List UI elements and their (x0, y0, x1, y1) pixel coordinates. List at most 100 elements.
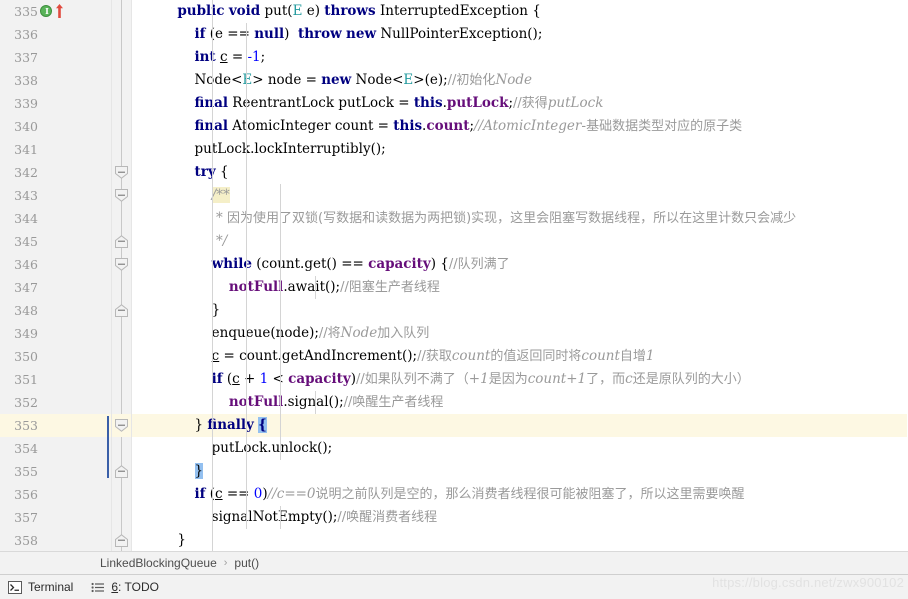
code-line-337[interactable]: int c = -1; (132, 46, 908, 69)
token: ) (284, 26, 298, 42)
line-number-336[interactable]: 336 (0, 23, 111, 46)
token: Node< (351, 72, 404, 88)
code-line-346[interactable]: while (count.get() == capacity) {//队列满了 (132, 253, 908, 276)
token: if (194, 26, 206, 42)
code-line-348[interactable]: } (132, 299, 908, 322)
line-number-351[interactable]: 351 (0, 368, 111, 391)
code-line-343[interactable]: /** (132, 184, 908, 207)
line-number-338[interactable]: 338 (0, 69, 111, 92)
fold-row-342[interactable] (112, 161, 131, 184)
token: putLock.unlock(); (143, 440, 333, 456)
code-line-350[interactable]: c = count.getAndIncrement();//获取count的值返… (132, 345, 908, 368)
line-number-345[interactable]: 345 (0, 230, 111, 253)
green-implements-circle[interactable]: I (40, 5, 52, 17)
code-line-339[interactable]: final ReentrantLock putLock = this.putLo… (132, 92, 908, 115)
fold-row-343[interactable] (112, 184, 131, 207)
token: if (194, 486, 206, 502)
line-number-346[interactable]: 346 (0, 253, 111, 276)
fold-toggle-icon-345[interactable] (114, 235, 129, 248)
code-line-340[interactable]: final AtomicInteger count = this.count;/… (132, 115, 908, 138)
line-number-352[interactable]: 352 (0, 391, 111, 414)
code-text-area[interactable]: public void put(E e) throws InterruptedE… (132, 0, 908, 551)
fold-row-352 (112, 391, 131, 414)
code-line-356[interactable]: if (c == 0)//c==0说明之前队列是空的，那么消费者线程很可能被阻塞… (132, 483, 908, 506)
ide-editor-window: 335 I 336 337 338 339 340 341 342 343 344 345 346 347… (0, 0, 908, 599)
fold-row-353[interactable] (112, 414, 131, 437)
fold-toggle-icon-343[interactable] (114, 189, 129, 202)
code-line-355[interactable]: } (132, 460, 908, 483)
line-number-343[interactable]: 343 (0, 184, 111, 207)
fold-toggle-icon-342[interactable] (114, 166, 129, 179)
line-number-357[interactable]: 357 (0, 506, 111, 529)
line-number-341[interactable]: 341 (0, 138, 111, 161)
code-line-335[interactable]: public void put(E e) throws InterruptedE… (132, 0, 908, 23)
breadcrumb-method[interactable]: put() (234, 556, 259, 570)
fold-row-346[interactable] (112, 253, 131, 276)
token: } (143, 302, 221, 318)
fold-toggle-icon-346[interactable] (114, 258, 129, 271)
code-line-344[interactable]: * 因为使用了双锁(写数据和读数据为两把锁)实现，这里会阻塞写数据线程，所以在这… (132, 207, 908, 230)
code-line-353[interactable]: } finally { (132, 414, 908, 437)
line-number-353[interactable]: 353 (0, 414, 111, 437)
line-number-342[interactable]: 342 (0, 161, 111, 184)
line-number-347[interactable]: 347 (0, 276, 111, 299)
line-number-339[interactable]: 339 (0, 92, 111, 115)
token: //将 (318, 326, 341, 341)
fold-row-358[interactable] (112, 529, 131, 551)
status-item-terminal[interactable]: Terminal (8, 580, 73, 594)
token: count+1 (527, 371, 587, 387)
line-number-337[interactable]: 337 (0, 46, 111, 69)
line-number-gutter[interactable]: 335 I 336 337 338 339 340 341 342 343 344 345 346 347… (0, 0, 112, 551)
line-number-349[interactable]: 349 (0, 322, 111, 345)
fold-row-351 (112, 368, 131, 391)
code-line-341[interactable]: putLock.lockInterruptibly(); (132, 138, 908, 161)
editor-area: 335 I 336 337 338 339 340 341 342 343 344 345 346 347… (0, 0, 908, 551)
token: new (321, 72, 352, 88)
line-number-335[interactable]: 335 I (0, 0, 111, 23)
code-folding-strip[interactable] (107, 0, 132, 551)
fold-row-355[interactable] (112, 460, 131, 483)
fold-toggle-icon-358[interactable] (114, 534, 129, 547)
fold-row-348[interactable] (112, 299, 131, 322)
fold-toggle-icon-353[interactable] (114, 419, 129, 432)
code-line-336[interactable]: if (e == null) throw new NullPointerExce… (132, 23, 908, 46)
code-line-347[interactable]: notFull.await();//阻塞生产者线程 (132, 276, 908, 299)
code-line-358[interactable]: } (132, 529, 908, 551)
status-item-todo[interactable]: 6 : TODO (91, 580, 159, 594)
code-line-351[interactable]: if (c + 1 < capacity)//如果队列不满了（+1是因为coun… (132, 368, 908, 391)
code-line-357[interactable]: signalNotEmpty();//唤醒消费者线程 (132, 506, 908, 529)
token: count (451, 348, 491, 364)
code-line-342[interactable]: try { (132, 161, 908, 184)
line-number-344[interactable]: 344 (0, 207, 111, 230)
breadcrumb-class[interactable]: LinkedBlockingQueue (100, 556, 217, 570)
line-number-358[interactable]: 358 (0, 529, 111, 551)
fold-toggle-icon-348[interactable] (114, 304, 129, 317)
token: 还是原队列的大小） (632, 372, 750, 387)
code-line-354[interactable]: putLock.unlock(); (132, 437, 908, 460)
token: c (625, 371, 633, 387)
code-line-345[interactable]: */ (132, 230, 908, 253)
line-number-355[interactable]: 355 (0, 460, 111, 483)
token: E (403, 72, 414, 88)
code-line-349[interactable]: enqueue(node);//将Node加入队列 (132, 322, 908, 345)
line-number-340[interactable]: 340 (0, 115, 111, 138)
code-line-352[interactable]: notFull.signal();//唤醒生产者线程 (132, 391, 908, 414)
fold-row-349 (112, 322, 131, 345)
token: (count.get() == (251, 256, 369, 272)
red-up-arrow-icon[interactable] (55, 3, 64, 19)
token: new (346, 26, 377, 42)
line-number-354[interactable]: 354 (0, 437, 111, 460)
fold-row-345[interactable] (112, 230, 131, 253)
token: enqueue(node); (143, 325, 319, 341)
code-line-338[interactable]: Node<E> node = new Node<E>(e);//初始化Node (132, 69, 908, 92)
gutter-markers[interactable]: I (40, 3, 74, 20)
fold-toggle-icon-355[interactable] (114, 465, 129, 478)
line-number-348[interactable]: 348 (0, 299, 111, 322)
token: Node (340, 325, 378, 341)
token: //唤醒生产者线程 (343, 395, 444, 410)
line-number-356[interactable]: 356 (0, 483, 111, 506)
line-number-350[interactable]: 350 (0, 345, 111, 368)
implements-glyph: I (45, 6, 49, 16)
